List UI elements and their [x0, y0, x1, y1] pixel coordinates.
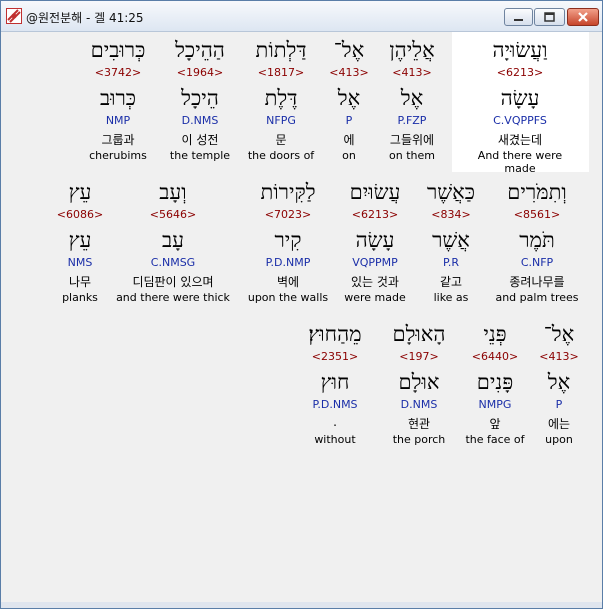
strong-number[interactable]: <6213>	[330, 208, 420, 221]
korean-gloss: 종려나무를	[509, 275, 565, 289]
korean-gloss: 새겼는데	[497, 133, 543, 147]
hebrew-word: הַהֵיכָל	[175, 38, 225, 62]
hebrew-word: וְתִמֹּרִים	[507, 180, 567, 204]
lemma: הֵיכָל	[181, 86, 219, 110]
parsing-code: NMS	[67, 256, 93, 269]
parsing-code: D.NMS	[400, 398, 438, 411]
korean-gloss: .	[333, 415, 337, 429]
english-gloss: planks	[62, 291, 98, 304]
parsing-code: P.D.NMP	[265, 256, 311, 269]
korean-gloss: 나무	[68, 275, 92, 289]
lemma: עָב	[161, 228, 184, 252]
korean-gloss: 벽에	[276, 275, 300, 289]
korean-gloss: 이 성전	[181, 133, 219, 147]
app-window: @원전분해 - 겔 41:25 וַעֲשׂוּיָה <6213> עָשָׂ…	[0, 0, 603, 609]
strong-number[interactable]: <5646>	[105, 208, 241, 221]
korean-gloss: 그룹과	[101, 133, 135, 147]
parsing-code: NMP	[105, 114, 131, 127]
strong-number[interactable]: <3742>	[73, 66, 163, 79]
hebrew-word: וַעֲשׂוּיָה	[492, 38, 548, 62]
strong-number[interactable]: <1817>	[236, 66, 326, 79]
english-gloss: without	[314, 433, 356, 446]
lemma: אוּלָם	[398, 370, 440, 394]
korean-gloss: 문	[275, 133, 287, 147]
strong-number[interactable]: <7023>	[243, 208, 333, 221]
korean-gloss: 현관	[407, 417, 431, 431]
english-gloss: the doors of	[247, 149, 315, 162]
parsing-code: VQPPMP	[352, 256, 398, 269]
hebrew-word: כְּרוּבִים	[90, 38, 146, 62]
english-gloss: cherubims	[89, 149, 147, 162]
lemma: חוּץ	[320, 370, 350, 394]
lemma: עָשָׂה	[500, 86, 540, 110]
app-logo-icon	[6, 8, 22, 24]
english-gloss: and palm trees	[495, 291, 579, 304]
lemma: עָשָׂה	[355, 228, 395, 252]
hebrew-word: דַּלְתוֹת	[255, 38, 307, 62]
hebrew-word: עֵץ	[68, 180, 92, 204]
korean-gloss: 디딤판이 있으며	[132, 275, 214, 289]
english-gloss: upon the walls	[247, 291, 329, 304]
lemma: כְּרוּב	[99, 86, 137, 110]
title-bar[interactable]: @원전분해 - 겔 41:25	[1, 1, 602, 32]
hebrew-word: וְעָב	[159, 180, 187, 204]
window-title: @원전분해 - 겔 41:25	[26, 11, 144, 25]
strong-number[interactable]: <6086>	[40, 208, 120, 221]
korean-gloss: 있는 것과	[351, 275, 399, 289]
english-gloss: and there were thick	[116, 291, 230, 304]
hebrew-word: לַקִּירוֹת	[260, 180, 316, 204]
close-icon	[578, 12, 588, 22]
hebrew-word: הָאוּלָם	[392, 322, 446, 346]
minimize-button[interactable]	[504, 8, 533, 26]
interlinear-view[interactable]: וַעֲשׂוּיָה <6213> עָשָׂה C.VQPPFS 새겼는데 …	[1, 32, 598, 602]
parsing-code: NFPG	[266, 114, 296, 127]
lemma: תֹּמֶר	[519, 228, 555, 252]
parsing-code: C.VQPPFS	[493, 114, 547, 127]
parsing-code: P.D.NMS	[312, 398, 358, 411]
english-gloss: the porch	[392, 433, 446, 446]
lemma: קִיר	[274, 228, 302, 252]
strong-number[interactable]: <197>	[374, 350, 464, 363]
close-button[interactable]	[567, 8, 599, 26]
strong-number[interactable]: <2351>	[290, 350, 380, 363]
strong-number[interactable]: <1964>	[155, 66, 245, 79]
english-gloss: And there were made	[477, 149, 563, 175]
lemma: עֵץ	[68, 228, 92, 252]
english-gloss: the temple	[169, 149, 231, 162]
strong-number[interactable]: <6213>	[475, 66, 565, 79]
maximize-button[interactable]	[534, 8, 565, 26]
maximize-icon	[544, 12, 555, 22]
hebrew-word: עֲשׂוּיִם	[349, 180, 401, 204]
parsing-code: D.NMS	[181, 114, 219, 127]
parsing-code: C.NMSG	[150, 256, 196, 269]
strong-number[interactable]: <8561>	[492, 208, 582, 221]
window-bottom-edge	[1, 602, 602, 608]
hebrew-word: מֵהַחוּץ׃	[308, 322, 362, 346]
english-gloss: were made	[344, 291, 406, 304]
lemma: דֶּלֶת	[264, 86, 298, 110]
minimize-icon	[514, 19, 523, 21]
parsing-code: C.NFP	[520, 256, 554, 269]
